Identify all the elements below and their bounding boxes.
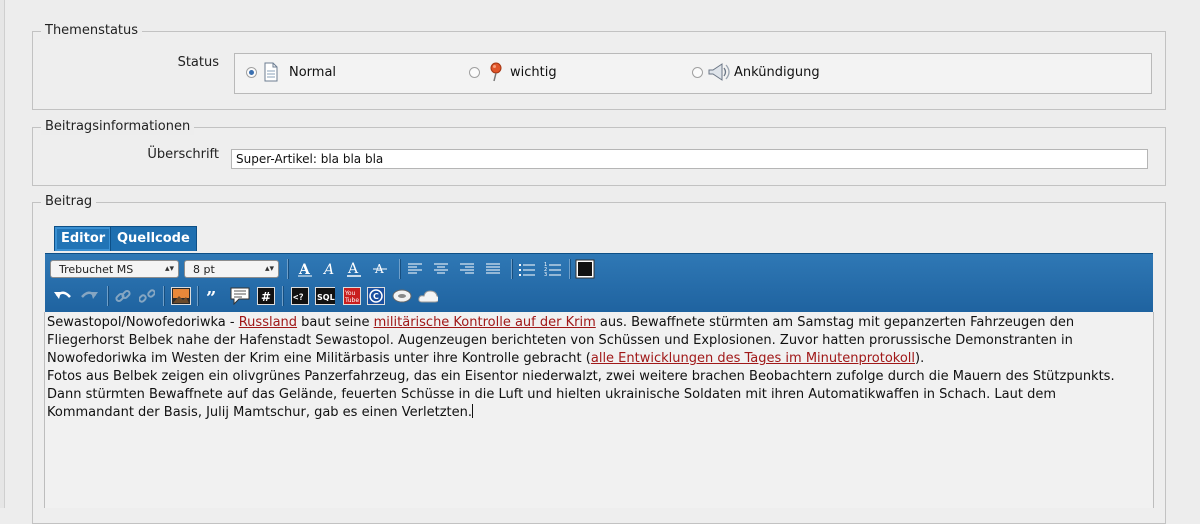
editor-content-area[interactable]: Sewastopol/Nowofedoriwka - Russland baut… — [44, 312, 1154, 508]
bullet-list-icon[interactable] — [517, 259, 537, 279]
quote-icon[interactable]: ” — [203, 286, 223, 306]
soundcloud-icon[interactable] — [418, 286, 438, 306]
tab-quellcode[interactable]: Quellcode — [110, 226, 197, 251]
themenstatus-fieldset: Themenstatus Status Normal wichtig Ankün… — [32, 23, 1166, 110]
editor-text[interactable]: Sewastopol/Nowofedoriwka - Russland baut… — [47, 314, 1147, 422]
themenstatus-legend: Themenstatus — [41, 23, 143, 39]
font-size-select[interactable]: 8 pt ▴▾ — [184, 260, 279, 278]
image-icon[interactable] — [171, 286, 191, 306]
svg-text:You: You — [344, 290, 356, 297]
font-strike-icon[interactable]: A — [370, 259, 390, 279]
text-run: Fliegerhorst Belbek nahe der Hafenstadt … — [47, 333, 1073, 348]
hash-icon[interactable]: # — [256, 286, 276, 306]
toolbar-separator — [282, 286, 284, 306]
font-bold-icon[interactable]: A — [295, 259, 315, 279]
text-run: aus. Bewaffnete stürmten am Samstag mit … — [595, 315, 1075, 330]
font-size-value: 8 pt — [193, 263, 215, 276]
toolbar-separator — [163, 286, 165, 306]
text-run: baut seine — [297, 315, 374, 330]
link-minutenprotokoll[interactable]: alle Entwicklungen des Tages im Minutenp… — [591, 351, 915, 366]
text-run: Dann stürmten Bewaffnete auf das Gelände… — [47, 387, 1057, 402]
text-run: ). — [915, 351, 925, 366]
tab-editor[interactable]: Editor — [54, 226, 113, 251]
svg-text:A: A — [347, 261, 359, 277]
status-option-label: wichtig — [510, 65, 557, 80]
document-icon — [262, 62, 280, 86]
headline-label: Überschrift — [147, 147, 219, 162]
svg-text:A: A — [322, 262, 334, 277]
toolbar-separator — [287, 259, 289, 279]
undo-icon[interactable] — [53, 286, 73, 306]
svg-text:Tube: Tube — [344, 297, 359, 304]
link-icon[interactable] — [113, 286, 133, 306]
paragraph-2: Fotos aus Belbek zeigen ein olivgrünes P… — [47, 368, 1147, 422]
text-caret — [472, 404, 474, 418]
radio-wichtig[interactable] — [469, 67, 480, 78]
select-arrows-icon: ▴▾ — [164, 264, 174, 274]
toolbar-separator — [197, 286, 199, 306]
svg-text:C: C — [373, 292, 379, 301]
link-russland[interactable]: Russland — [239, 315, 297, 330]
sql-icon[interactable]: SQL — [315, 286, 335, 306]
radio-normal[interactable] — [246, 67, 257, 78]
font-italic-icon[interactable]: A — [319, 259, 339, 279]
align-justify-icon[interactable] — [483, 259, 503, 279]
svg-text:<?: <? — [293, 293, 304, 303]
spoiler-icon[interactable] — [392, 286, 412, 306]
status-label: Status — [177, 55, 219, 70]
text-run: Kommandant der Basis, Julij Mamtschur, g… — [47, 405, 473, 420]
svg-text:SQL: SQL — [317, 293, 335, 302]
toolbar-separator — [107, 286, 109, 306]
beitragsinformationen-legend: Beitragsinformationen — [41, 119, 195, 135]
font-underline-icon[interactable]: A — [344, 259, 364, 279]
window-edge — [0, 0, 5, 508]
font-family-value: Trebuchet MS — [59, 263, 134, 276]
code-icon[interactable]: <? — [290, 286, 310, 306]
toolbar-separator — [511, 259, 513, 279]
svg-text:”: ” — [206, 289, 216, 303]
align-right-icon[interactable] — [457, 259, 477, 279]
link-militaerische-kontrolle[interactable]: militärische Kontrolle auf der Krim — [374, 315, 596, 330]
comment-icon[interactable] — [230, 286, 250, 306]
toolbar-separator — [399, 259, 401, 279]
select-arrows-icon: ▴▾ — [264, 264, 274, 274]
toolbar-separator — [569, 259, 571, 279]
align-left-icon[interactable] — [405, 259, 425, 279]
text-color-icon[interactable] — [575, 259, 595, 279]
editor-toolbar: Trebuchet MS ▴▾ 8 pt ▴▾ A A A A 123 ” # … — [45, 253, 1153, 312]
megaphone-icon — [706, 62, 730, 86]
paragraph-1: Sewastopol/Nowofedoriwka - Russland baut… — [47, 314, 1147, 368]
radio-ankuendigung[interactable] — [692, 67, 703, 78]
text-run: Nowofedoriwka im Westen der Krim eine Mi… — [47, 351, 591, 366]
align-center-icon[interactable] — [431, 259, 451, 279]
copyright-icon[interactable]: C — [366, 286, 386, 306]
status-options-box: Normal wichtig Ankündigung — [234, 53, 1152, 94]
headline-input[interactable] — [231, 149, 1148, 169]
text-run: Sewastopol/Nowofedoriwka - — [47, 315, 239, 330]
pushpin-icon — [488, 62, 504, 86]
svg-text:#: # — [261, 290, 271, 304]
youtube-icon[interactable]: You Tube — [342, 286, 362, 306]
redo-icon[interactable] — [79, 286, 99, 306]
status-option-label: Normal — [289, 65, 337, 80]
font-family-select[interactable]: Trebuchet MS ▴▾ — [50, 260, 179, 278]
svg-text:3: 3 — [544, 272, 547, 276]
text-run: Fotos aus Belbek zeigen ein olivgrünes P… — [47, 369, 1115, 384]
svg-text:A: A — [298, 262, 311, 277]
beitragsinformationen-fieldset: Beitragsinformationen Überschrift — [32, 119, 1166, 186]
unlink-icon[interactable] — [137, 286, 157, 306]
beitrag-legend: Beitrag — [41, 194, 97, 210]
status-option-label: Ankündigung — [734, 65, 820, 80]
numbered-list-icon[interactable]: 123 — [543, 259, 563, 279]
